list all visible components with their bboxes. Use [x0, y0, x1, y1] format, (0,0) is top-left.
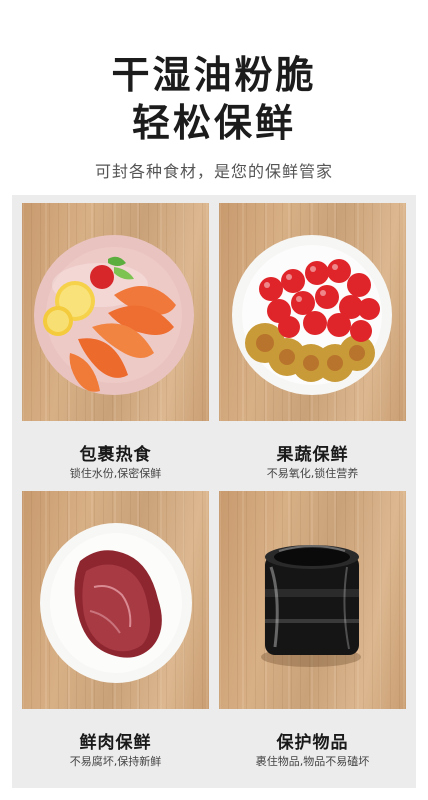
card-hot-food: 包裹热食 锁住水份,保密保鲜 [22, 203, 209, 491]
card-description: 不易腐坏,保持新鲜 [69, 755, 162, 768]
fruit-plate-image [219, 203, 406, 421]
card-title: 保护物品 [276, 733, 349, 753]
card-description: 不易氧化,锁住营养 [266, 467, 359, 480]
card-description: 裹住物品,物品不易磕坏 [255, 755, 370, 768]
card-title: 果蔬保鲜 [276, 445, 349, 465]
card-description: 锁住水份,保密保鲜 [69, 467, 162, 480]
card-protect-items: 保护物品 裹住物品,物品不易磕坏 [219, 491, 406, 781]
header: 干湿油粉脆 轻松保鲜 可封各种食材，是您的保鲜管家 [0, 0, 428, 195]
beef-plate-image [22, 491, 209, 709]
wrapped-lens-image [219, 491, 406, 709]
subtitle: 可封各种食材，是您的保鲜管家 [94, 162, 333, 181]
card-title: 鲜肉保鲜 [79, 733, 152, 753]
usage-grid: 包裹热食 锁住水份,保密保鲜 果蔬保鲜 不易氧化,锁住营养 鲜肉保鲜 不易腐坏,… [12, 195, 416, 788]
card-fresh-meat: 鲜肉保鲜 不易腐坏,保持新鲜 [22, 491, 209, 781]
headline-line-1: 干湿油粉脆 [111, 53, 317, 97]
headline-line-2: 轻松保鲜 [131, 101, 296, 145]
shrimp-plate-image [22, 203, 209, 421]
card-title: 包裹热食 [79, 445, 152, 465]
card-fruit-veg: 果蔬保鲜 不易氧化,锁住营养 [219, 203, 406, 491]
